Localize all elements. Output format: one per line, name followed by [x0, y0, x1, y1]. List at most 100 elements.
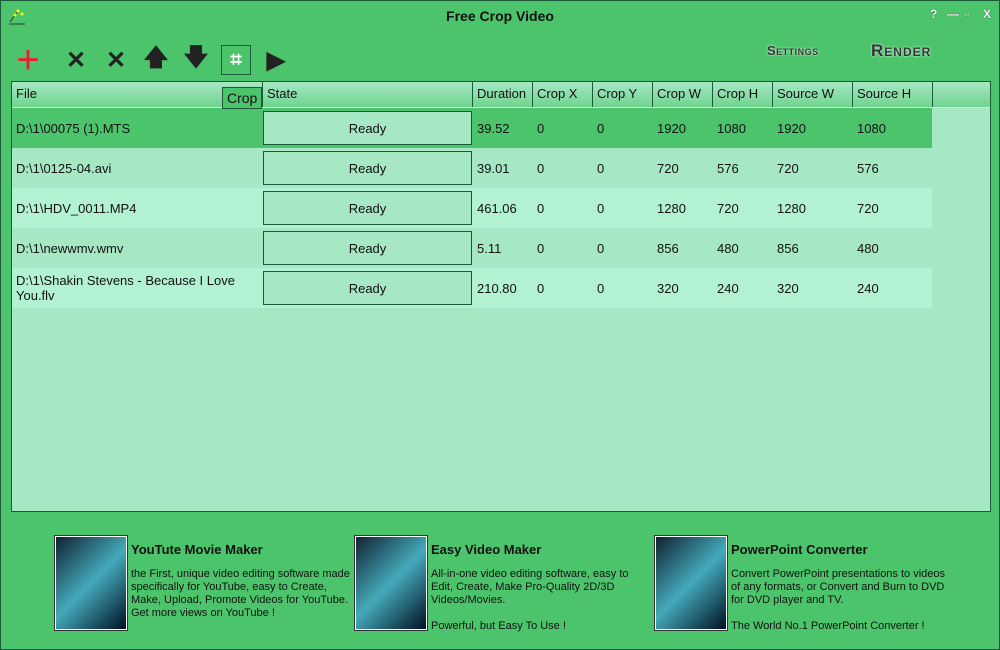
settings-button[interactable]: Settings — [767, 43, 819, 58]
product-box-image[interactable] — [654, 535, 728, 631]
table-cell: 720 — [777, 160, 799, 176]
x-icon: ✕ — [65, 46, 87, 74]
table-cell: 0 — [597, 240, 605, 256]
table-cell: 480 — [857, 240, 879, 256]
ad-title[interactable]: YouTute Movie Maker — [131, 542, 263, 557]
ad-line: the First, unique video editing software… — [131, 568, 350, 606]
table-row[interactable]: D:\1\HDV_0011.MP4 Ready 461.06 0 0 1280 720 128… — [12, 188, 932, 228]
table-cell: 0 — [597, 280, 605, 296]
double-x-icon: ✕ — [105, 46, 127, 74]
table-cell: 0 — [537, 240, 545, 256]
column-header[interactable]: Source W — [773, 82, 853, 107]
state-button[interactable]: Ready — [263, 191, 472, 225]
ad-item[interactable]: Easy Video Maker All-in-one video editing… — [354, 535, 655, 633]
table-row[interactable]: D:\1\0125-04.avi Ready 39.01 0 0 720 576 720 576 — [12, 148, 932, 188]
table-cell: 320 — [657, 280, 679, 296]
table-cell: 856 — [657, 240, 679, 256]
table-cell: 720 — [857, 200, 879, 216]
state-button[interactable]: Ready — [263, 231, 472, 265]
ad-line: All-in-one video editing software, easy … — [431, 568, 629, 606]
crop-icon: ⌗ — [230, 48, 242, 71]
ad-description: All-in-one video editing software, easy … — [431, 568, 651, 633]
column-header[interactable]: Crop W — [653, 82, 713, 107]
app-window: Free Crop Video ? — ▫ X + ✕ ✕ 🡅 🡇 ⌗ ▶ Se… — [0, 0, 1000, 650]
state-button[interactable]: Ready — [263, 151, 472, 185]
table-cell: D:\1\Shakin Stevens - Because I Love You… — [16, 273, 235, 303]
table-cell: D:\1\00075 (1).MTS — [16, 120, 131, 136]
crop-tooltip: Crop — [222, 87, 263, 109]
table-cell: 240 — [857, 280, 879, 296]
table-cell: 0 — [537, 160, 545, 176]
table-cell: 39.52 — [477, 120, 510, 136]
column-header[interactable]: Duration — [473, 82, 533, 107]
arrow-up-icon: 🡅 — [143, 43, 169, 71]
state-button[interactable]: Ready — [263, 111, 472, 145]
ad-line — [431, 607, 651, 620]
table-cell: 1280 — [777, 200, 806, 216]
table-cell: 1920 — [777, 120, 806, 136]
table-row[interactable]: D:\1\newwmv.wmv Ready 5.11 0 0 856 480 856 480 — [12, 228, 932, 268]
table-cell: 240 — [717, 280, 739, 296]
remove-button[interactable]: ✕ — [61, 45, 91, 75]
column-header[interactable]: Crop H — [713, 82, 773, 107]
state-button[interactable]: Ready — [263, 271, 472, 305]
column-header[interactable]: Source H — [853, 82, 933, 107]
table-cell: 320 — [777, 280, 799, 296]
arrow-down-icon: 🡇 — [183, 43, 209, 71]
table-cell: D:\1\0125-04.avi — [16, 160, 112, 176]
table-cell: 0 — [537, 120, 545, 136]
remove-all-button[interactable]: ✕ — [101, 45, 131, 75]
minimize-button[interactable]: — — [947, 7, 959, 21]
table-cell: 5.11 — [477, 240, 502, 256]
help-button[interactable]: ? — [930, 7, 937, 21]
ad-description: the First, unique video editing software… — [131, 568, 351, 620]
add-file-button[interactable]: + — [13, 38, 43, 82]
table-row[interactable]: D:\1\00075 (1).MTS Ready 39.52 0 0 1920 1080 19… — [12, 108, 932, 148]
maximize-button[interactable]: ▫ — [965, 7, 969, 21]
table-cell: 0 — [597, 200, 605, 216]
ad-line: Get more views on YouTube ! — [131, 607, 275, 619]
table-cell: 720 — [657, 160, 679, 176]
ad-item[interactable]: PowerPoint Converter Convert PowerPoint p… — [654, 535, 955, 633]
file-table[interactable]: File State Duration Crop X Crop Y Crop W Crop … — [11, 81, 991, 512]
play-button[interactable]: ▶ — [261, 45, 291, 75]
table-cell: 0 — [597, 120, 605, 136]
column-header[interactable]: Crop Y — [593, 82, 653, 107]
table-cell: 0 — [597, 160, 605, 176]
table-cell: 576 — [717, 160, 739, 176]
table-cell: 461.06 — [477, 200, 517, 216]
play-icon: ▶ — [266, 46, 286, 74]
table-cell: 39.01 — [477, 160, 510, 176]
table-cell: 856 — [777, 240, 799, 256]
product-box-image[interactable] — [354, 535, 428, 631]
table-cell: 480 — [717, 240, 739, 256]
table-cell: 1280 — [657, 200, 686, 216]
move-down-button[interactable]: 🡇 — [181, 44, 211, 75]
ad-title[interactable]: PowerPoint Converter — [731, 542, 868, 557]
table-cell: D:\1\newwmv.wmv — [16, 240, 124, 256]
ad-line — [731, 607, 951, 620]
ad-title[interactable]: Easy Video Maker — [431, 542, 541, 557]
crop-button[interactable]: ⌗ — [221, 45, 251, 75]
ad-description: Convert PowerPoint presentations to vide… — [731, 568, 951, 633]
move-up-button[interactable]: 🡅 — [141, 44, 171, 75]
table-cell: 1920 — [657, 120, 686, 136]
table-cell: 210.80 — [477, 280, 517, 296]
table-header: File State Duration Crop X Crop Y Crop W Crop … — [12, 82, 990, 108]
close-button[interactable]: X — [983, 7, 991, 21]
ad-line: Powerful, but Easy To Use ! — [431, 620, 566, 632]
table-cell: 0 — [537, 200, 545, 216]
product-box-image[interactable] — [54, 535, 128, 631]
table-cell: 0 — [537, 280, 545, 296]
plus-icon: + — [16, 37, 40, 82]
column-header[interactable]: Crop X — [533, 82, 593, 107]
ad-line: The World No.1 PowerPoint Converter ! — [731, 620, 925, 632]
table-cell: 1080 — [717, 120, 746, 136]
ad-item[interactable]: YouTute Movie Maker the First, unique vid… — [54, 535, 355, 631]
table-cell: D:\1\HDV_0011.MP4 — [16, 200, 137, 216]
table-row[interactable]: D:\1\Shakin Stevens - Because I Love You… — [12, 268, 932, 308]
column-header[interactable]: State — [263, 82, 473, 107]
table-cell: 576 — [857, 160, 879, 176]
window-title: Free Crop Video — [446, 8, 554, 24]
render-button[interactable]: Render — [871, 41, 931, 61]
